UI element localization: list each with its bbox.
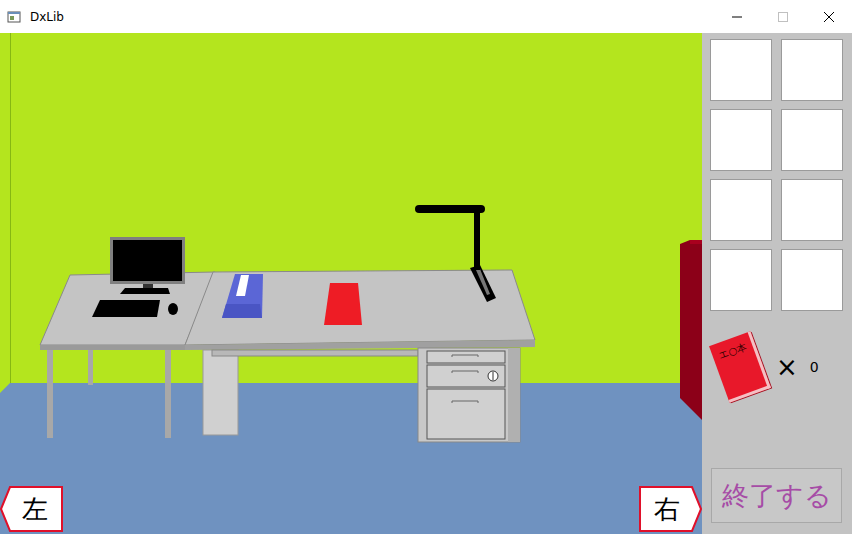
item-count: 0 [810,360,819,374]
nav-label: 右 [654,496,688,522]
left-nav-button[interactable]: 左 [0,486,63,532]
room-scene[interactable]: 左右 [0,33,702,534]
minimize-button[interactable] [714,0,760,33]
close-button[interactable] [806,0,852,33]
maximize-button [760,0,806,33]
book-label: エ○本 [718,342,748,361]
inventory-slot[interactable] [781,179,843,241]
inventory-slot[interactable] [710,179,772,241]
inventory-slot[interactable] [781,249,843,311]
inventory-slot[interactable] [710,109,772,171]
inventory-slot[interactable] [781,109,843,171]
quit-button[interactable]: 終了する [711,468,842,523]
maximize-icon [778,12,788,22]
minimize-icon [732,12,742,22]
window-title: DxLib [30,11,64,23]
room-drawing [0,33,702,534]
inventory-slot[interactable] [710,249,772,311]
app-icon [7,10,21,24]
quit-label: 終了する [722,482,832,509]
inventory-slot[interactable] [781,39,843,101]
inventory-slot[interactable] [710,39,772,101]
book-icon: エ○本 [709,331,771,402]
side-panel: エ○本 × 0 終了する [702,33,852,534]
right-nav-button[interactable]: 右 [639,486,702,532]
book-item[interactable]: エ○本 [710,329,770,405]
nav-label: 左 [16,496,48,522]
title-bar: DxLib [0,0,852,33]
close-icon [824,12,834,22]
times-sign: × [776,354,798,380]
